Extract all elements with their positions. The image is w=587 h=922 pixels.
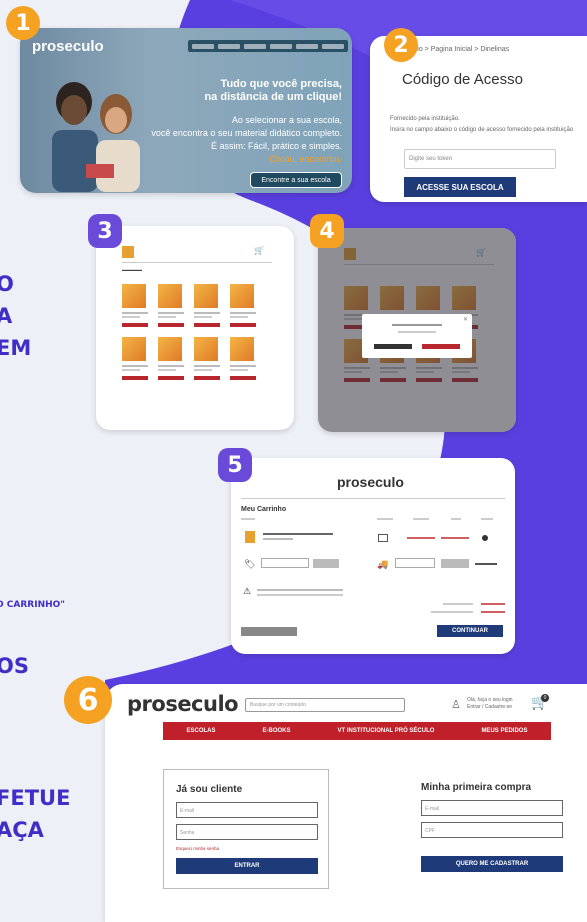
section-title: Já sou cliente <box>176 784 243 795</box>
product-tile[interactable] <box>194 284 222 327</box>
product-modal-card: 🛒 ✕ <box>318 228 516 432</box>
register-button[interactable]: QUERO ME CADASTRAR <box>421 856 563 872</box>
product-tile[interactable] <box>194 337 222 380</box>
user-icon[interactable]: ♙ <box>451 698 461 711</box>
product-tile[interactable] <box>158 284 186 327</box>
instruction-text: Insira no campo abaixo o código de acess… <box>390 127 574 133</box>
section-title: Minha primeira compra <box>421 782 532 793</box>
breadcrumb: Início > Pagina Inicial > Dinelinas <box>406 46 510 53</box>
left-text-line: AÇA <box>0 818 44 842</box>
cpf-field[interactable]: CPF <box>421 822 563 838</box>
existing-client-box: Já sou cliente E-mail Senha Esqueci minh… <box>163 769 329 889</box>
cart-count-badge: 0 <box>541 694 549 702</box>
left-text-line: O CARRINHO" <box>0 600 65 610</box>
cart-title: Meu Carrinho <box>241 506 287 513</box>
product-tile[interactable] <box>230 284 258 327</box>
zip-input[interactable] <box>395 558 435 568</box>
step-badge-2: 2 <box>384 28 418 62</box>
keep-shopping-button[interactable] <box>241 627 297 636</box>
go-to-cart-button[interactable] <box>422 344 460 349</box>
brand-logo: proseculo <box>127 692 239 716</box>
nav-item-meus-pedidos[interactable]: MEUS PEDIDOS <box>481 728 527 734</box>
close-icon[interactable]: ✕ <box>463 316 468 323</box>
product-grid <box>122 284 258 380</box>
unit-price <box>407 537 435 539</box>
product-tile[interactable] <box>158 337 186 380</box>
apply-coupon-button[interactable] <box>313 559 339 568</box>
instruction-text: Fornecido pela instituição. <box>390 116 460 122</box>
search-input[interactable]: Busque por um conteúdo <box>245 698 405 712</box>
hero-headline: Tudo que você precisa, na distância de u… <box>204 78 342 103</box>
token-input[interactable]: Digite seu token <box>404 149 556 169</box>
continue-button[interactable]: CONTINUAR <box>437 625 503 637</box>
nav-item-institucional[interactable]: VT INSTITUCIONAL PRÓ SÉCULO <box>338 728 435 734</box>
logo-icon <box>122 246 134 258</box>
cart-item-title <box>263 533 333 535</box>
product-tile[interactable] <box>122 337 150 380</box>
step-badge-4: 4 <box>310 214 344 248</box>
coupon-input[interactable] <box>261 558 309 568</box>
left-text-line: O <box>0 272 14 296</box>
left-text-line: A <box>0 304 13 328</box>
keep-shopping-button[interactable] <box>374 344 412 349</box>
forgot-password-link[interactable]: Esqueci minha senha <box>176 846 219 851</box>
truck-icon: 🚚 <box>377 559 389 569</box>
step-badge-3: 3 <box>88 214 122 248</box>
hero-screenshot-card: proseculo Tudo que você precisa, na dist… <box>20 28 352 193</box>
nav-item-ebooks[interactable]: E-BOOKS <box>263 728 291 734</box>
product-tile[interactable] <box>122 284 150 327</box>
step-badge-6: 6 <box>64 676 112 724</box>
quantity-stepper[interactable] <box>378 534 388 542</box>
step-badge-5: 5 <box>218 448 252 482</box>
cart-item-image <box>245 531 255 543</box>
find-school-button[interactable]: Encontre a sua escola <box>250 172 342 188</box>
confirm-modal: ✕ <box>362 314 472 358</box>
left-text-line: OS <box>0 654 29 678</box>
product-tile[interactable] <box>230 337 258 380</box>
tag-icon: 🏷 <box>244 559 256 569</box>
nav-item-escolas[interactable]: ESCOLAS <box>187 728 216 734</box>
hero-nav-bar <box>188 40 348 52</box>
page-title: Código de Acesso <box>402 71 523 88</box>
password-field[interactable]: Senha <box>176 824 318 840</box>
left-text-line: FETUE <box>0 786 71 810</box>
brand-logo: proseculo <box>32 38 104 55</box>
access-school-button[interactable]: ACESSE SUA ESCOLA <box>404 177 516 197</box>
login-button[interactable]: ENTRAR <box>176 858 318 874</box>
total-price <box>441 537 469 539</box>
hero-paragraph: Ao selecionar a sua escola, você encontr… <box>151 115 342 164</box>
main-nav: ESCOLAS E-BOOKS VT INSTITUCIONAL PRÓ SÉC… <box>163 722 551 740</box>
school-title: ▬▬▬▬▬ <box>122 267 142 272</box>
brand-logo: proseculo <box>337 474 404 490</box>
email-field[interactable]: E-mail <box>176 802 318 818</box>
calculate-shipping-button[interactable] <box>441 559 469 568</box>
product-grid-card: 🛒 ▬▬▬▬▬ <box>96 226 294 430</box>
cart-card: proseculo Meu Carrinho 🏷 🚚 ⚠ CONTINUAR <box>231 458 515 654</box>
login-link[interactable]: Olá, faça o seu login Entrar / Cadastre-… <box>467 697 513 711</box>
step-badge-1: 1 <box>6 6 40 40</box>
cart-icon[interactable]: 🛒 <box>254 246 264 255</box>
email-field[interactable]: E-mail <box>421 800 563 816</box>
login-card: proseculo Busque por um conteúdo ♙ Olá, … <box>105 684 587 922</box>
left-text-line: EM <box>0 336 32 360</box>
warning-icon: ⚠ <box>243 586 252 596</box>
remove-icon[interactable] <box>482 535 488 541</box>
